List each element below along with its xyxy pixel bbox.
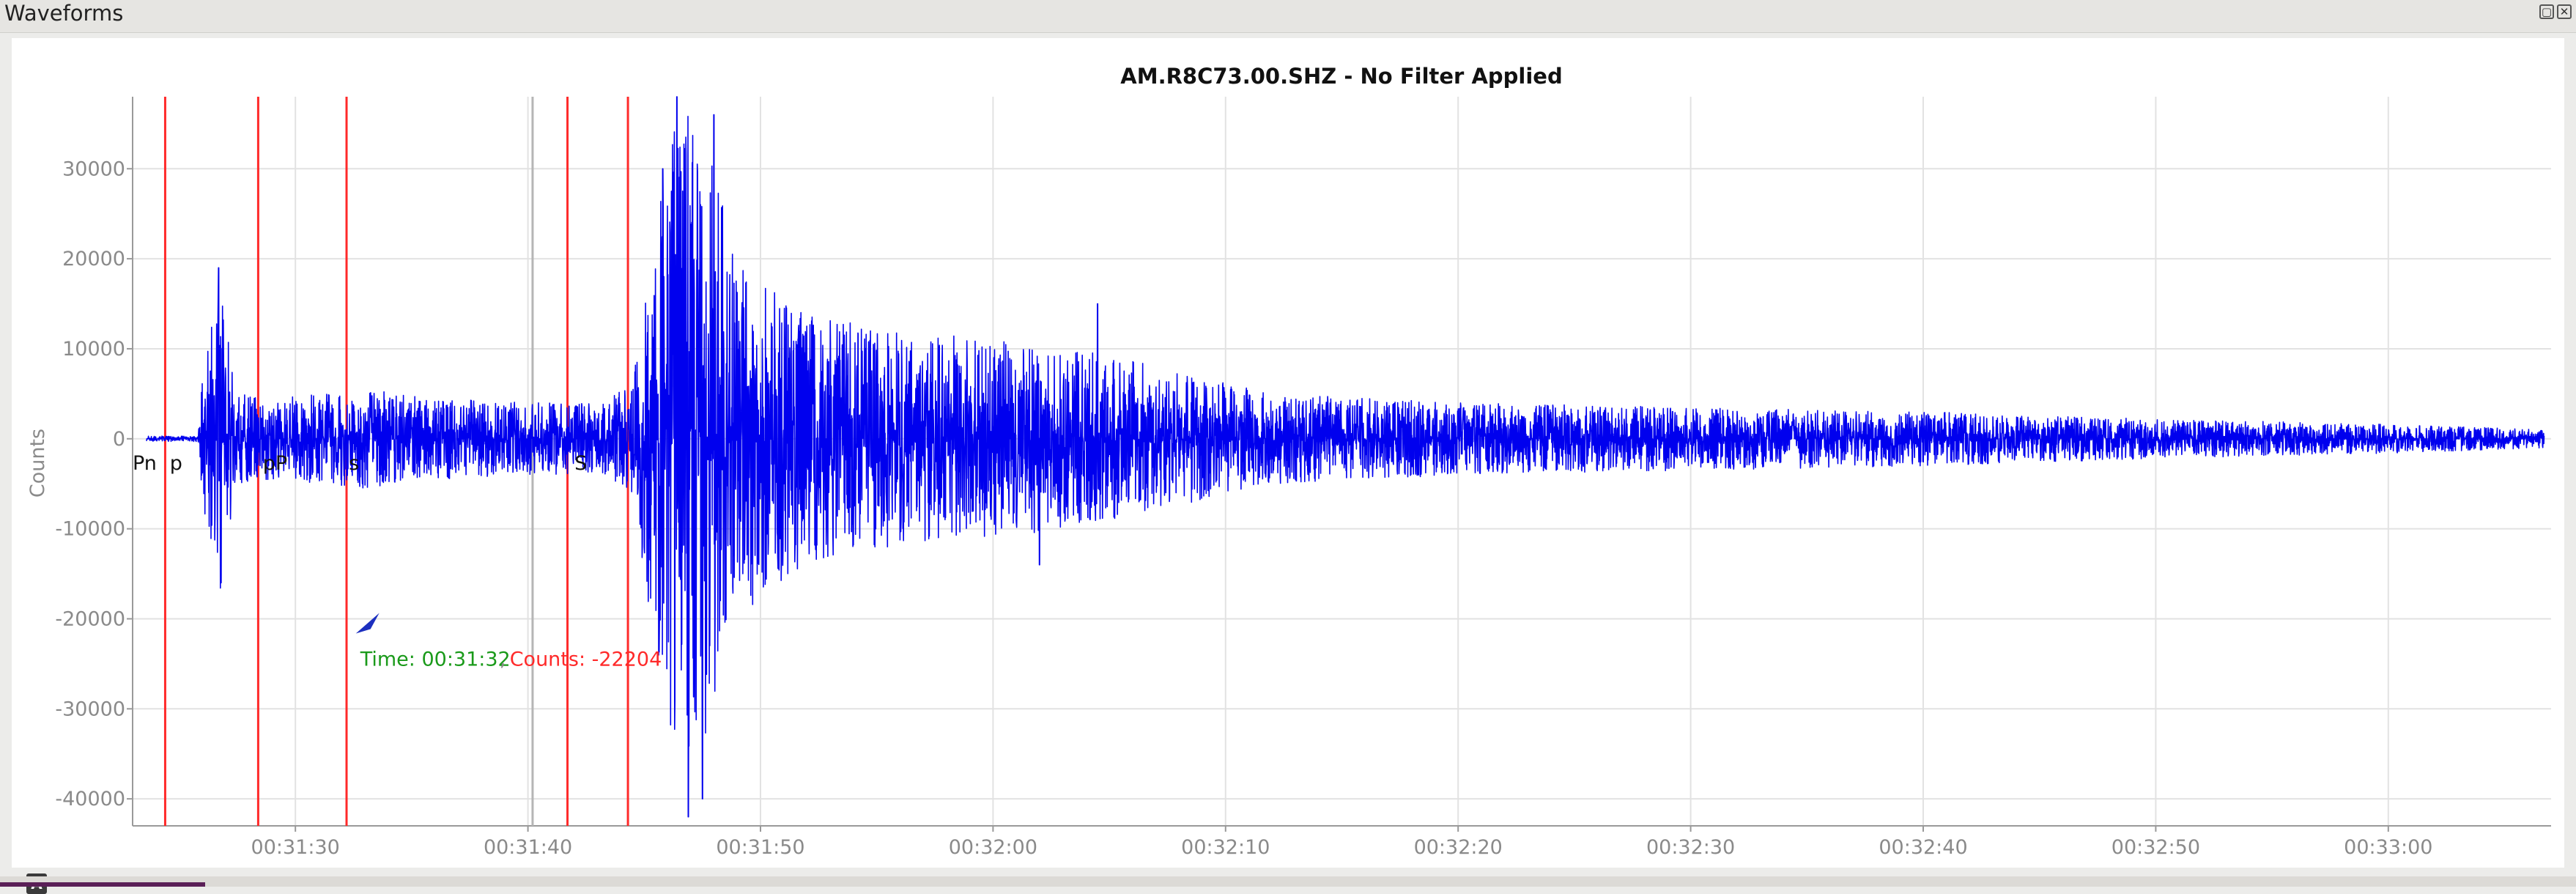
y-tick-label: 30000	[62, 158, 125, 180]
phase-label: S	[574, 452, 587, 475]
x-tick-label: 00:32:00	[949, 836, 1037, 859]
y-tick-label: -20000	[55, 607, 125, 630]
phase-label: pP	[263, 452, 287, 475]
waveform-chart[interactable]: 00:31:30 00:31:40 00:31:50 00:32:00 00:32:10…	[12, 38, 2564, 868]
x-tick-labels: 00:31:30 00:31:40 00:31:50 00:32:00 00:32:10…	[251, 836, 2433, 859]
x-tick-label: 00:32:40	[1879, 836, 1967, 859]
x-tick-label: 00:32:10	[1181, 836, 1270, 859]
x-tick-label: 00:32:50	[2111, 836, 2200, 859]
status-accent	[0, 882, 205, 887]
phase-label: p	[170, 452, 182, 475]
cursor-marker-icon	[355, 613, 380, 634]
y-tick-labels: 30000 20000 10000 0 -10000 -20000 -30000 -40000	[55, 158, 125, 810]
x-tick-label: 00:31:40	[484, 836, 572, 859]
y-tick-label: -40000	[55, 788, 125, 810]
y-tick-label: 10000	[62, 338, 125, 361]
y-tick-label: 20000	[62, 248, 125, 270]
cursor-counts-readout: Counts: -22204	[510, 648, 662, 670]
cursor-time-readout: Time: 00:31:32	[360, 648, 511, 670]
x-tick-label: 00:33:00	[2344, 836, 2432, 859]
window-titlebar: Waveforms ▢ ✕	[0, 0, 2576, 33]
x-tick-label: 00:31:30	[251, 836, 340, 859]
status-strip	[0, 876, 2576, 887]
cursor-readout: Time: 00:31:32 , Counts: -22204	[355, 613, 662, 670]
phase-label: s	[349, 452, 359, 475]
waveform-panel: 00:31:30 00:31:40 00:31:50 00:32:00 00:32:10…	[12, 38, 2564, 894]
x-tick-label: 00:32:30	[1646, 836, 1735, 859]
y-tick-label: 0	[113, 428, 125, 451]
x-tick-label: 00:31:50	[716, 836, 804, 859]
axes	[127, 97, 2551, 832]
y-tick-label: -10000	[55, 518, 125, 541]
restore-window-icon[interactable]: ▢	[2539, 4, 2554, 19]
close-window-icon[interactable]: ✕	[2557, 4, 2572, 19]
window-title: Waveforms	[4, 1, 124, 26]
y-tick-label: -30000	[55, 698, 125, 720]
y-axis-label: Counts	[26, 429, 49, 498]
x-tick-label: 00:32:20	[1414, 836, 1503, 859]
cursor-separator: ,	[500, 648, 506, 670]
phase-label: Pn	[133, 452, 157, 475]
chart-title: AM.R8C73.00.SHZ - No Filter Applied	[1120, 64, 1562, 89]
